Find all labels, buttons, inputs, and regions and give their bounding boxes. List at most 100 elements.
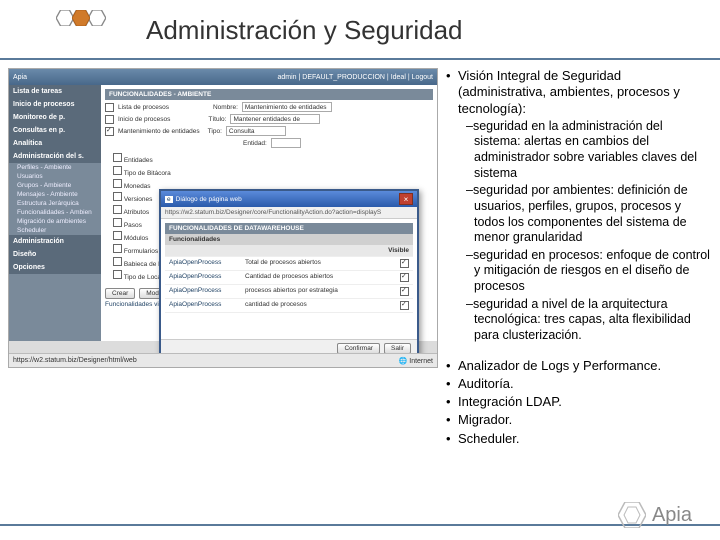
checkbox[interactable]	[113, 205, 122, 214]
list-item-label: Formularios	[124, 248, 158, 255]
dialog-url: https://w2.statum.biz/Designer/core/Func…	[161, 207, 417, 219]
close-icon[interactable]: ×	[399, 193, 413, 205]
table-row: ApiaOpenProcessCantidad de procesos abie…	[165, 271, 413, 285]
hex-icon	[618, 502, 646, 528]
sidebar-subitem[interactable]: Usuarios	[9, 172, 101, 181]
modal-dialog: eDiálogo de página web × https://w2.stat…	[159, 189, 419, 359]
select-input[interactable]	[271, 138, 301, 148]
sidebar-subitem[interactable]: Estructura Jerárquica	[9, 199, 101, 208]
checkbox[interactable]	[113, 153, 122, 162]
table-row: ApiaOpenProcesscantidad de procesos	[165, 299, 413, 313]
sidebar-subitem[interactable]: Migración de ambientes	[9, 217, 101, 226]
app-topbar: Apia admin | DEFAULT_PRODUCCION | Ideal …	[9, 69, 437, 85]
bullet-item: •Migrador.	[446, 412, 712, 428]
sidebar-item[interactable]: Lista de tareas	[9, 85, 101, 98]
list-item-label: Pasos	[124, 222, 142, 229]
text-input[interactable]: Consulta	[226, 126, 286, 136]
checkbox[interactable]	[113, 270, 122, 279]
slide-footer: Apia	[0, 524, 720, 526]
checkbox[interactable]	[400, 301, 409, 310]
list-item-label: Monedas	[124, 183, 151, 190]
sidebar-subitem[interactable]: Perfiles - Ambiente	[9, 163, 101, 172]
list-item-label: Tipo de Bitácora	[124, 170, 171, 177]
checkbox[interactable]	[113, 257, 122, 266]
field-label: Título:	[208, 116, 226, 123]
dialog-subheader: Funcionalidades	[165, 234, 413, 245]
checkbox[interactable]	[113, 166, 122, 175]
sidebar-item[interactable]: Analítica	[9, 137, 101, 150]
dialog-title-text: eDiálogo de página web	[165, 196, 242, 203]
field-label: Lista de procesos	[118, 104, 169, 111]
slide-header: Administración y Seguridad	[0, 0, 720, 56]
checkbox[interactable]	[113, 244, 122, 253]
app-screenshot: Apia admin | DEFAULT_PRODUCCION | Ideal …	[8, 68, 438, 368]
table-row: ApiaOpenProcessTotal de procesos abierto…	[165, 257, 413, 271]
text-input[interactable]: Mantenimiento de entidades	[242, 102, 332, 112]
field-label: Inicio de procesos	[118, 116, 170, 123]
bullet-item: •Integración LDAP.	[446, 394, 712, 410]
column-header: Visible	[388, 247, 409, 254]
logo-icon	[56, 10, 126, 50]
list-item-label: Versiones	[124, 196, 153, 203]
bullet-item: •Scheduler.	[446, 431, 712, 447]
app-sidebar: Lista de tareas Inicio de procesos Monit…	[9, 85, 101, 341]
status-bar: https://w2.statum.biz/Designer/html/web …	[9, 353, 437, 367]
slide-title: Administración y Seguridad	[146, 15, 463, 46]
create-button[interactable]: Crear	[105, 288, 135, 299]
status-url: https://w2.statum.biz/Designer/html/web	[13, 357, 137, 364]
table-row: ApiaOpenProcessprocesos abiertos por est…	[165, 285, 413, 299]
field-label: Nombre:	[213, 104, 238, 111]
list-item-label: Atributos	[123, 209, 149, 216]
slide-body: Apia admin | DEFAULT_PRODUCCION | Ideal …	[0, 60, 720, 449]
sub-bullet: –seguridad por ambientes: definición de …	[466, 183, 712, 246]
text-column: •Visión Integral de Seguridad (administr…	[446, 68, 712, 449]
sub-bullet: –seguridad en la administración del sist…	[466, 119, 712, 182]
sub-bullet: –seguridad a nivel de la arquitectura te…	[466, 297, 712, 344]
sidebar-item[interactable]: Opciones	[9, 261, 101, 274]
checkbox[interactable]	[400, 259, 409, 268]
checkbox[interactable]	[113, 231, 122, 240]
bullet-item: •Auditoría.	[446, 376, 712, 392]
sidebar-item[interactable]: Inicio de procesos	[9, 98, 101, 111]
list-item-label: Módulos	[124, 235, 149, 242]
list-item-label: Entidades	[124, 157, 153, 164]
sidebar-item[interactable]: Administración	[9, 235, 101, 248]
text-input[interactable]: Mantener entidades de entidades	[230, 114, 320, 124]
checkbox[interactable]	[400, 287, 409, 296]
globe-icon: 🌐	[399, 358, 408, 365]
sidebar-item[interactable]: Monitoreo de p.	[9, 111, 101, 124]
field-label: Entidad:	[243, 140, 267, 147]
checkbox[interactable]	[113, 192, 122, 201]
divider-bottom	[0, 524, 720, 526]
sidebar-subitem[interactable]: Scheduler	[9, 226, 101, 235]
bullet-item: •Analizador de Logs y Performance.	[446, 358, 712, 374]
footer-brand-text: Apia	[652, 504, 692, 527]
sidebar-subitem[interactable]: Funcionalidades - Ambien	[9, 208, 101, 217]
app-userinfo: admin | DEFAULT_PRODUCCION | Ideal | Log…	[278, 74, 434, 81]
sidebar-item[interactable]: Diseño	[9, 248, 101, 261]
sidebar-item[interactable]: Administración del s.	[9, 150, 101, 163]
ie-icon: e	[165, 196, 173, 203]
sidebar-subitem[interactable]: Grupos - Ambiente	[9, 181, 101, 190]
dialog-body: FUNCIONALIDADES DE DATAWAREHOUSE Funcion…	[161, 219, 417, 317]
sidebar-subitem[interactable]: Mensajes - Ambiente	[9, 190, 101, 199]
slide: Administración y Seguridad Apia admin | …	[0, 0, 720, 540]
checkbox[interactable]	[105, 127, 114, 136]
checkbox[interactable]	[105, 103, 114, 112]
content-title: FUNCIONALIDADES - AMBIENTE	[105, 89, 433, 100]
dialog-header: FUNCIONALIDADES DE DATAWAREHOUSE	[165, 223, 413, 234]
field-label: Tipo:	[208, 128, 222, 135]
bullet-main: •Visión Integral de Seguridad (administr…	[446, 68, 712, 117]
sub-bullet: –seguridad en procesos: enfoque de contr…	[466, 248, 712, 295]
field-label: Mantenimiento de entidades	[118, 128, 200, 135]
checkbox[interactable]	[105, 115, 114, 124]
checkbox[interactable]	[113, 218, 122, 227]
dialog-titlebar: eDiálogo de página web ×	[161, 191, 417, 207]
lower-bullets: •Analizador de Logs y Performance. •Audi…	[446, 358, 712, 447]
footer-brand: Apia	[618, 502, 692, 528]
status-zone: 🌐 Internet	[399, 357, 433, 365]
sidebar-item[interactable]: Consultas en p.	[9, 124, 101, 137]
checkbox[interactable]	[113, 179, 122, 188]
checkbox[interactable]	[400, 273, 409, 282]
app-brand: Apia	[13, 74, 27, 81]
